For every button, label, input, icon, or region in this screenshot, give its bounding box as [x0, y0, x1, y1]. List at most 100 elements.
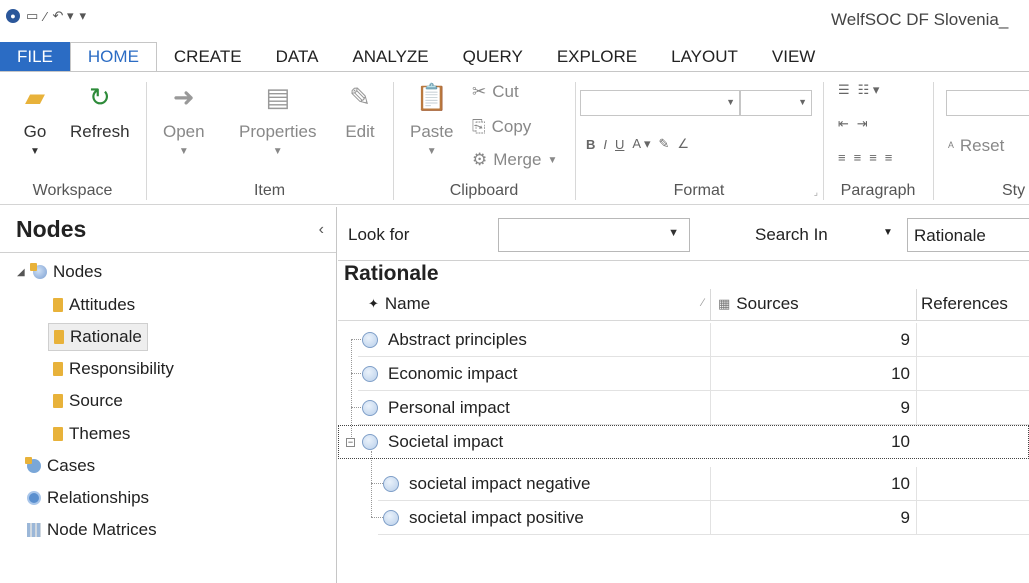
tab-explore[interactable]: EXPLORE	[540, 42, 654, 72]
clear-format-icon[interactable]: ∠	[677, 136, 689, 152]
bullets-icon[interactable]: ☰	[838, 82, 850, 98]
reset-button[interactable]: ᴬ Reset	[948, 136, 1004, 156]
edit-icon[interactable]: ∕	[44, 9, 46, 24]
tab-create[interactable]: CREATE	[157, 42, 259, 72]
nav-item-label: Nodes	[53, 262, 103, 281]
nav-folder-source[interactable]: Source	[48, 387, 128, 415]
tab-view[interactable]: VIEW	[755, 42, 832, 72]
cell-divider	[710, 391, 711, 425]
search-in-field[interactable]: Rationale	[907, 218, 1029, 252]
customize-icon[interactable]: ▾	[80, 8, 87, 24]
expand-arrow-icon[interactable]: ◢	[17, 267, 27, 278]
clipboard-group-label: Clipboard	[449, 182, 519, 199]
cut-button[interactable]: ✂ Cut	[472, 82, 519, 102]
folder-icon	[53, 362, 63, 376]
nav-item-cases[interactable]: Cases	[22, 452, 100, 480]
row-name: societal impact negative	[409, 474, 591, 493]
merge-icon: ⚙	[472, 150, 488, 169]
tab-home[interactable]: HOME	[69, 42, 157, 72]
save-icon[interactable]: ▭	[26, 8, 38, 24]
edit-button[interactable]: ✎ Edit	[345, 82, 375, 142]
tab-file[interactable]: FILE	[0, 42, 70, 72]
nav-folder-responsibility[interactable]: Responsibility	[48, 355, 179, 383]
nav-folder-themes[interactable]: Themes	[48, 420, 135, 448]
underline-icon[interactable]: U	[615, 137, 624, 152]
copy-button[interactable]: ⎘ Copy	[472, 117, 531, 137]
table-row[interactable]: Personal impact 9	[338, 391, 1029, 425]
justify-icon[interactable]: ≡	[885, 150, 893, 165]
tab-query[interactable]: QUERY	[446, 42, 540, 72]
collapse-icon[interactable]: −	[346, 438, 355, 447]
name-column-label: Name	[384, 294, 431, 313]
nav-folder-attitudes[interactable]: Attitudes	[48, 291, 140, 319]
folder-icon	[53, 427, 63, 441]
refresh-label: Refresh	[70, 122, 130, 141]
font-name-combo[interactable]: ▼	[580, 90, 740, 116]
align-right-icon[interactable]: ≡	[869, 150, 877, 165]
window-title: WelfSOC DF Slovenia_	[831, 10, 1009, 29]
column-divider[interactable]	[710, 289, 711, 321]
nav-item-label: Relationships	[47, 488, 150, 507]
folder-icon	[54, 330, 64, 344]
workspace-group-label: Workspace	[32, 182, 113, 199]
nav-item-relationships[interactable]: Relationships	[22, 484, 154, 512]
node-icon	[383, 476, 399, 492]
properties-button[interactable]: ▤ Properties ▼	[239, 82, 316, 158]
look-for-input[interactable]: ▼	[498, 218, 690, 252]
refresh-button[interactable]: ↻ Refresh	[70, 82, 130, 142]
paste-button[interactable]: 📋 Paste ▼	[410, 82, 453, 158]
tab-data[interactable]: DATA	[259, 42, 336, 72]
merge-button[interactable]: ⚙ Merge ▼	[472, 150, 557, 170]
nav-item-label: Cases	[47, 456, 96, 475]
tab-analyze[interactable]: ANALYZE	[335, 42, 445, 72]
search-in-label[interactable]: Search In	[755, 225, 828, 245]
table-row[interactable]: societal impact positive 9	[338, 501, 1029, 535]
references-column-header[interactable]: References	[921, 294, 1008, 314]
table-row[interactable]: − Societal impact 10	[338, 425, 1029, 459]
navigation-pane: Nodes ‹ ◢ Nodes Attitudes Rationale Resp…	[0, 207, 337, 583]
bold-icon[interactable]: B	[586, 137, 595, 152]
nav-header: Nodes ‹	[0, 207, 336, 253]
align-center-icon[interactable]: ≡	[854, 150, 862, 165]
name-column-header[interactable]: ✦ Name	[368, 294, 430, 314]
go-button[interactable]: ▰ Go ▼	[20, 82, 50, 158]
cell-divider	[710, 323, 711, 357]
italic-icon[interactable]: I	[603, 137, 607, 152]
nav-folder-rationale[interactable]: Rationale	[48, 323, 148, 351]
sources-column-header[interactable]: ▦ Sources	[718, 294, 799, 314]
font-color-icon[interactable]: A ▾	[632, 136, 650, 152]
tab-layout[interactable]: LAYOUT	[654, 42, 755, 72]
cell-divider	[916, 467, 917, 501]
go-label: Go	[23, 122, 47, 141]
chevron-down-icon[interactable]: ▼	[668, 227, 679, 239]
align-left-icon[interactable]: ≡	[838, 150, 846, 165]
nav-item-nodes[interactable]: ◢ Nodes	[12, 258, 107, 286]
item-group: ➜ Open ▼ ▤ Properties ▼ ✎ Edit Item	[147, 72, 392, 204]
table-row[interactable]: Abstract principles 9	[338, 323, 1029, 357]
decrease-indent-icon[interactable]: ⇤	[838, 116, 849, 132]
copy-label: Copy	[491, 117, 532, 136]
node-icon	[362, 434, 378, 450]
styles-group-label: Sty	[1002, 182, 1026, 199]
folder-icon	[53, 298, 63, 312]
collapse-pane-icon[interactable]: ‹	[319, 221, 324, 239]
nav-item-node-matrices[interactable]: Node Matrices	[22, 516, 162, 544]
nav-title: Nodes	[16, 216, 87, 242]
chevron-down-icon[interactable]: ▼	[883, 227, 893, 238]
table-row[interactable]: societal impact negative 10	[338, 467, 1029, 501]
numbering-icon[interactable]: ☷ ▾	[858, 82, 880, 98]
font-size-combo[interactable]: ▼	[740, 90, 812, 116]
node-icon	[362, 400, 378, 416]
dialog-launcher-icon[interactable]: ⌟	[814, 187, 818, 198]
nodes-icon	[30, 263, 47, 279]
undo-icon[interactable]: ↶ ▾	[52, 8, 73, 24]
increase-indent-icon[interactable]: ⇥	[857, 116, 868, 132]
highlight-icon[interactable]: ✎	[659, 136, 670, 152]
column-divider[interactable]	[916, 289, 917, 321]
table-row[interactable]: Economic impact 10	[338, 357, 1029, 391]
ribbon: ▰ Go ▼ ↻ Refresh Workspace ➜ Open ▼ ▤ Pr…	[0, 71, 1029, 205]
align-buttons: ≡ ≡ ≡ ≡	[838, 150, 892, 165]
style-combo[interactable]	[946, 90, 1029, 116]
app-icon[interactable]: ●	[6, 9, 20, 23]
open-button[interactable]: ➜ Open ▼	[163, 82, 205, 158]
